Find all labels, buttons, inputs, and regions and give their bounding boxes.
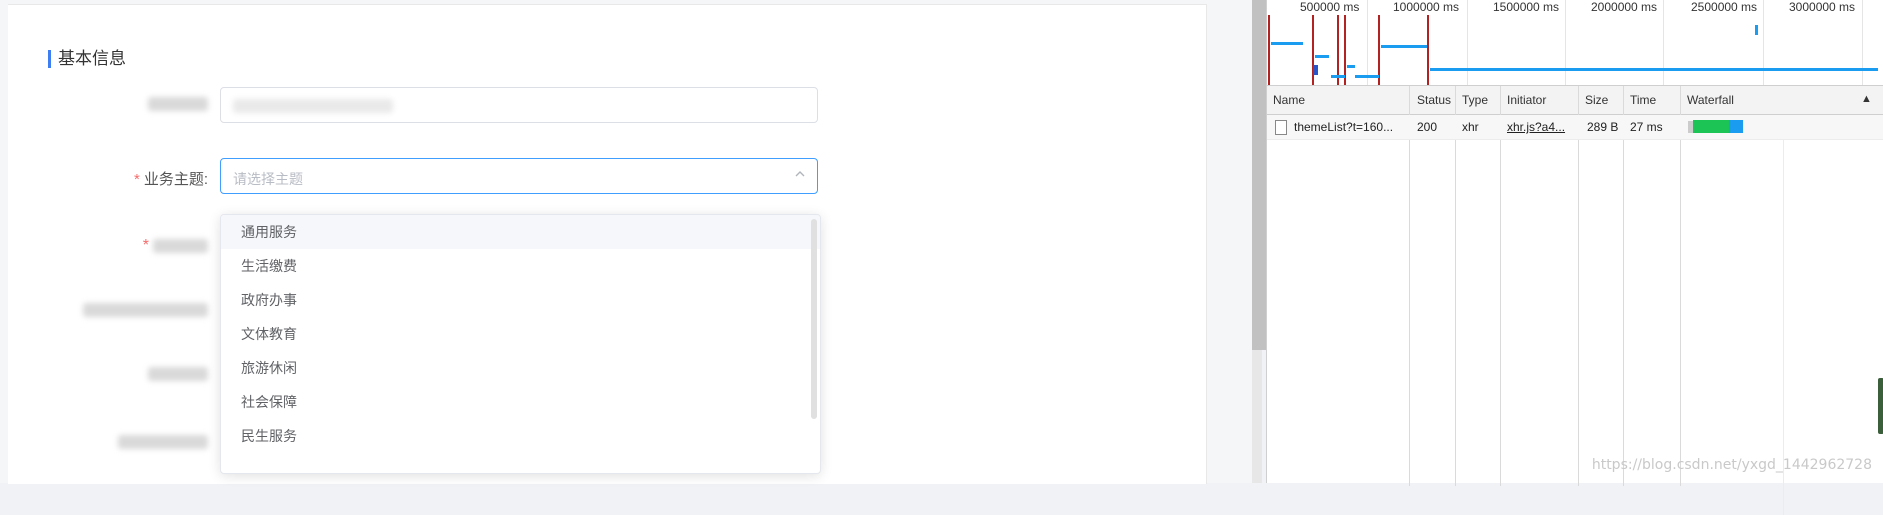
network-overview-timeline[interactable]: 500000 ms 1000000 ms 1500000 ms 2000000 … <box>1267 0 1883 86</box>
theme-select[interactable]: 请选择主题 <box>220 158 818 194</box>
timeline-tick: 2500000 ms <box>1691 0 1758 14</box>
request-type: xhr <box>1462 120 1479 134</box>
column-divider[interactable] <box>1680 86 1681 486</box>
row-label-4 <box>63 301 208 319</box>
row-label-3: * <box>118 237 208 255</box>
theme-option[interactable]: 社会保障 <box>221 385 820 419</box>
waterfall-gridline <box>1783 115 1784 515</box>
request-time: 27 ms <box>1630 120 1663 134</box>
theme-option[interactable]: 生活缴费 <box>221 249 820 283</box>
request-name[interactable]: themeList?t=160... <box>1294 120 1393 134</box>
timeline-tick: 3000000 ms <box>1789 0 1856 14</box>
waterfall-wait-bar <box>1693 120 1729 133</box>
col-header-name[interactable]: Name <box>1273 93 1305 107</box>
timeline-tick: 1500000 ms <box>1493 0 1560 14</box>
table-row[interactable]: themeList?t=160... 200 xhr xhr.js?a4... … <box>1267 115 1883 140</box>
network-table-header: Name Status Type Initiator Size Time Wat… <box>1267 86 1883 115</box>
col-header-time[interactable]: Time <box>1630 93 1656 107</box>
timeline-tick: 500000 ms <box>1300 0 1360 14</box>
request-initiator-link[interactable]: xhr.js?a4... <box>1507 120 1565 134</box>
theme-dropdown: 通用服务 生活缴费 政府办事 文体教育 旅游休闲 社会保障 民生服务 <box>220 214 821 474</box>
column-divider[interactable] <box>1409 86 1410 486</box>
form-card: 基本信息 * 业务主题: 请选择主题 * 通用服务 生活缴费 政府办事 文体教育… <box>8 4 1207 484</box>
col-header-status[interactable]: Status <box>1417 93 1451 107</box>
page-scrollbar[interactable] <box>1252 0 1266 350</box>
row-label-5 <box>118 365 208 383</box>
waterfall-download-bar <box>1729 120 1743 133</box>
timeline-tick: 1000000 ms <box>1393 0 1460 14</box>
theme-option[interactable]: 政府办事 <box>221 283 820 317</box>
side-widget-handle[interactable] <box>1878 378 1883 434</box>
column-divider[interactable] <box>1455 86 1456 486</box>
request-size: 289 B <box>1587 120 1619 134</box>
row-label-6 <box>93 433 208 451</box>
required-mark: * <box>133 171 140 188</box>
column-divider[interactable] <box>1500 86 1501 486</box>
theme-option[interactable]: 旅游休闲 <box>221 351 820 385</box>
theme-select-placeholder: 请选择主题 <box>233 171 303 187</box>
theme-option[interactable]: 通用服务 <box>221 215 820 249</box>
column-divider[interactable] <box>1578 86 1579 486</box>
col-header-size[interactable]: Size <box>1585 93 1608 107</box>
column-divider[interactable] <box>1623 86 1624 486</box>
timeline-bars <box>1268 15 1878 85</box>
col-header-type[interactable]: Type <box>1462 93 1488 107</box>
document-icon <box>1275 120 1287 135</box>
chevron-up-icon <box>795 171 805 177</box>
devtools-network-panel: 500000 ms 1000000 ms 1500000 ms 2000000 … <box>1266 0 1883 515</box>
form-page: 基本信息 * 业务主题: 请选择主题 * 通用服务 生活缴费 政府办事 文体教育… <box>0 0 1252 484</box>
theme-label: * 业务主题: <box>133 171 208 188</box>
request-status: 200 <box>1417 120 1438 134</box>
watermark-text: https://blog.csdn.net/yxgd_1442962728 <box>1591 457 1872 473</box>
col-header-waterfall[interactable]: Waterfall <box>1687 93 1734 107</box>
timeline-tick: 2000000 ms <box>1591 0 1658 14</box>
text-input-1[interactable] <box>220 87 818 123</box>
theme-option[interactable]: 民生服务 <box>221 419 820 453</box>
sort-ascending-icon[interactable]: ▲ <box>1861 93 1872 105</box>
col-header-initiator[interactable]: Initiator <box>1507 93 1546 107</box>
section-title: 基本信息 <box>48 50 126 68</box>
theme-option[interactable]: 文体教育 <box>221 317 820 351</box>
row-label-1 <box>118 95 208 113</box>
dropdown-scrollbar[interactable] <box>811 219 817 419</box>
